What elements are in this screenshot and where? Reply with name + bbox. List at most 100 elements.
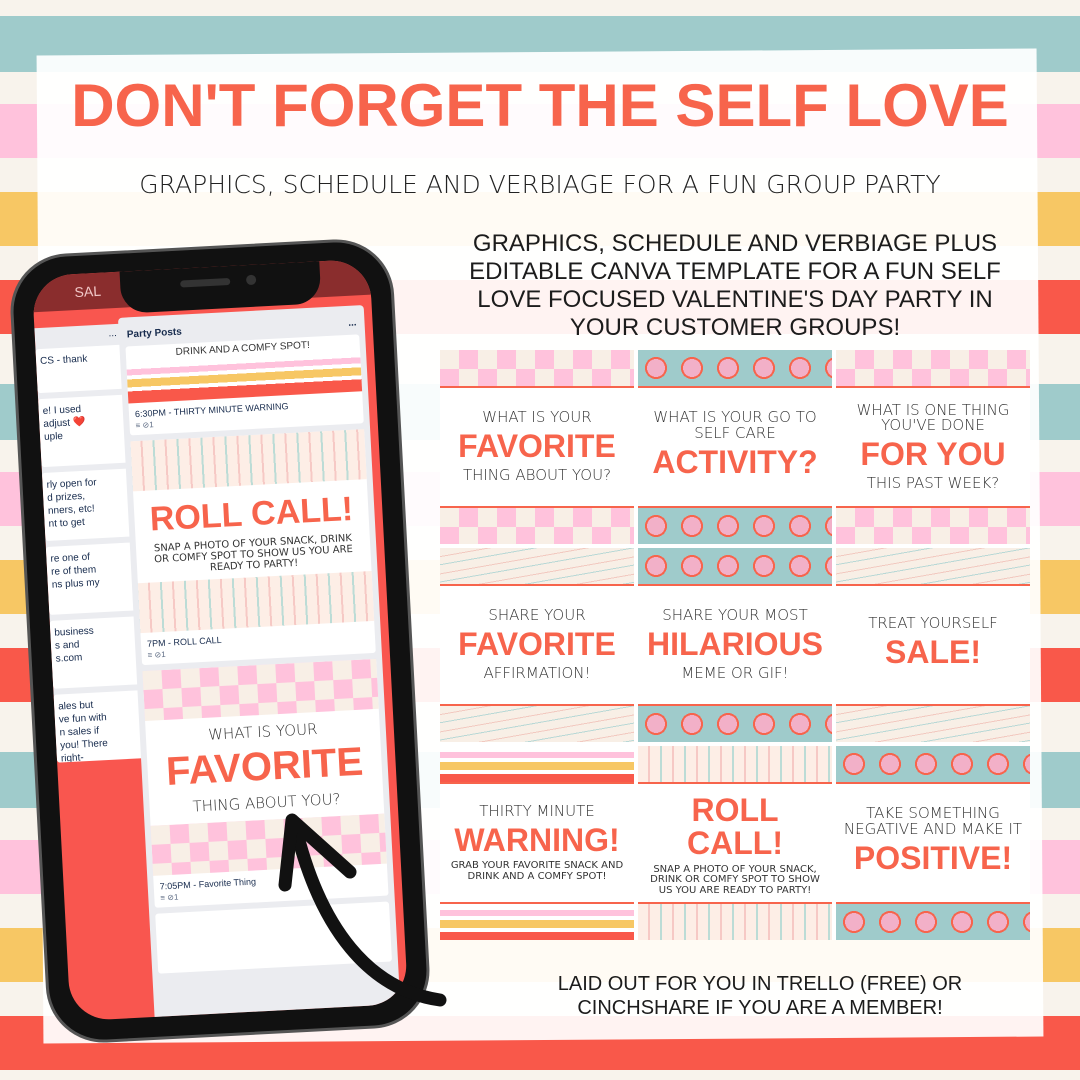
tile-top-text: thirty minute [479,801,595,820]
tile-text: WHAT IS YOUR GO TO SELF CARE ACTIVITY? [638,388,832,506]
card-image: WHAT IS YOUR FAVORITE THING ABOUT YOU? [145,709,384,826]
tile-title: SALE! [885,634,981,671]
graphic-tile: WHAT IS YOUR FAVORITE THING ABOUT YOU? [440,350,634,544]
card-thirty-minute-warning[interactable]: DRINK AND A COMFY SPOT! 6:30PM - THIRTY … [125,334,364,436]
description-line: EDITABLE CANVA TEMPLATE FOR A FUN SELF [469,258,1001,285]
pattern-band [836,902,1030,940]
pattern-band [638,506,832,544]
pattern-band [638,704,832,742]
list-menu-icon[interactable]: ... [35,328,117,343]
list-card[interactable]: business s and s.com [49,616,142,689]
list-card[interactable]: re one of re of them ns plus my [45,542,138,615]
card-next[interactable] [155,901,393,974]
tile-text: TREAT YOURSELF SALE! [836,586,1030,704]
card-image-text: SNAP A PHOTO OF YOUR SNACK, DRINK OR COM… [153,532,354,574]
pattern-band [836,746,1030,784]
tile-top-text: WHAT IS ONE THING YOU'VE DONE [856,400,1010,435]
tile-bottom-text: THING ABOUT YOU? [462,465,612,484]
list-title: Party Posts [126,326,183,341]
headline: DON'T FORGET THE SELF LOVE [71,72,1009,139]
tile-bottom-text: GRAB YOUR FAVORITE SNACK AND DRINK AND A… [450,860,624,882]
card-image-title: ROLL CALL! [148,489,354,539]
tile-text: WHAT IS ONE THING YOU'VE DONE FOR YOU TH… [836,388,1030,506]
graphic-tile: WHAT IS ONE THING YOU'VE DONE FOR YOU TH… [836,350,1030,544]
pattern-band [440,902,634,940]
phone-mockup: SAL ... CS - thank e! I used adjust ❤️ u… [7,236,433,1046]
pattern-band [440,746,634,784]
tile-bottom-text: THIS PAST WEEK? [866,473,1000,492]
pattern-band [638,350,832,388]
camera-icon [245,274,257,286]
card-favorite-thing[interactable]: WHAT IS YOUR FAVORITE THING ABOUT YOU? 7… [142,658,389,908]
tile-title: WARNING! [454,821,620,858]
graphic-tile: SHARE YOUR FAVORITE AFFIRMATION! [440,548,634,742]
graphic-tile: SHARE YOUR MOST HILARIOUS MEME OR GIF! [638,548,832,742]
description-icon: ≡ [135,420,141,431]
tile-title: ROLL CALL! [687,791,783,862]
tile-bottom-text: AFFIRMATION! [483,663,591,682]
description-line: LOVE FOCUSED VALENTINE'S DAY PARTY IN [477,286,993,313]
pattern-band [440,548,634,586]
tile-top-text: TREAT YOURSELF [868,614,998,633]
tile-bottom-text: SNAP A PHOTO OF YOUR SNACK, DRINK OR COM… [650,863,820,896]
pattern-band [440,350,634,388]
description-line: GRAPHICS, SCHEDULE AND VERBIAGE PLUS [472,230,998,257]
graphic-tile: WHAT IS YOUR GO TO SELF CARE ACTIVITY? [638,350,832,544]
footer-line: LAID OUT FOR YOU IN TRELLO (FREE) OR [557,973,963,995]
phone-screen: SAL ... CS - thank e! I used adjust ❤️ u… [31,258,409,1022]
tile-text: SHARE YOUR FAVORITE AFFIRMATION! [440,586,634,704]
phone-notch [119,259,322,314]
attachment-count: 1 [161,649,166,660]
list-card[interactable]: rly open for d prizes, nners, etc! nt to… [41,468,134,541]
tile-top-text: TAKE SOMETHING NEGATIVE AND MAKE IT [843,804,1023,839]
description-icon: ≡ [147,650,153,660]
subtitle: GRAPHICS, SCHEDULE AND VERBIAGE FOR A FU… [139,170,941,199]
list-card[interactable]: CS - thank [35,344,126,394]
tile-title: FAVORITE [458,428,616,465]
tile-title: POSITIVE! [853,839,1013,876]
tile-top-text: SHARE YOUR [488,606,586,625]
pattern-band [836,506,1030,544]
tile-text: thirty minute WARNING! GRAB YOUR FAVORIT… [440,784,634,902]
tile-title: FAVORITE [458,626,616,663]
tile-text: SHARE YOUR MOST HILARIOUS MEME OR GIF! [638,586,832,704]
attachment-count: 1 [148,420,154,430]
pattern-band [440,704,634,742]
list-card[interactable]: e! I used adjust ❤️ uple [38,394,130,468]
speaker [180,277,231,288]
pattern-band [836,350,1030,388]
tile-title: ACTIVITY? [652,443,818,480]
list-column-party-posts: Party Posts... DRINK AND A COMFY SPOT! 6… [117,305,402,1022]
graphic-tile: thirty minute WARNING! GRAB YOUR FAVORIT… [440,746,634,940]
list-card[interactable]: ales but ve fun with n sales if you! The… [53,690,146,763]
pattern-band [638,548,832,586]
card-image-title: FAVORITE [165,739,365,794]
tile-title: HILARIOUS [647,626,823,663]
description: GRAPHICS, SCHEDULE AND VERBIAGE PLUS EDI… [445,230,1025,342]
graphic-tile: ROLL CALL! SNAP A PHOTO OF YOUR SNACK, D… [638,746,832,940]
tile-text: WHAT IS YOUR FAVORITE THING ABOUT YOU? [440,388,634,506]
tile-text: ROLL CALL! SNAP A PHOTO OF YOUR SNACK, D… [638,784,832,902]
pattern-band [638,746,832,784]
attachment-count: 1 [173,892,179,902]
graphic-tile: TAKE SOMETHING NEGATIVE AND MAKE IT POSI… [836,746,1030,940]
pattern-band [638,902,832,940]
pattern-band [440,506,634,544]
description-line: YOUR CUSTOMER GROUPS! [569,314,901,341]
tile-bottom-text: MEME OR GIF! [681,663,789,682]
footer-line: CINCHSHARE IF YOU ARE A MEMBER! [577,997,943,1019]
list-menu-icon[interactable]: ... [348,317,357,328]
pattern-band [836,548,1030,586]
description-icon: ≡ [160,893,166,903]
tile-text: TAKE SOMETHING NEGATIVE AND MAKE IT POSI… [836,784,1030,902]
graphics-grid: WHAT IS YOUR FAVORITE THING ABOUT YOU? W… [440,350,1030,940]
tile-top-text: WHAT IS YOUR GO TO SELF CARE [653,408,817,443]
card-image: ROLL CALL! SNAP A PHOTO OF YOUR SNACK, D… [133,479,371,583]
footer-note: LAID OUT FOR YOU IN TRELLO (FREE) OR CIN… [500,972,1020,1020]
tile-top-text: SHARE YOUR MOST [662,606,808,625]
tile-top-text: WHAT IS YOUR [482,408,592,427]
pattern-band [836,704,1030,742]
tile-title: FOR YOU [860,436,1006,473]
card-roll-call[interactable]: ROLL CALL! SNAP A PHOTO OF YOUR SNACK, D… [130,429,376,666]
graphic-tile: TREAT YOURSELF SALE! [836,548,1030,742]
